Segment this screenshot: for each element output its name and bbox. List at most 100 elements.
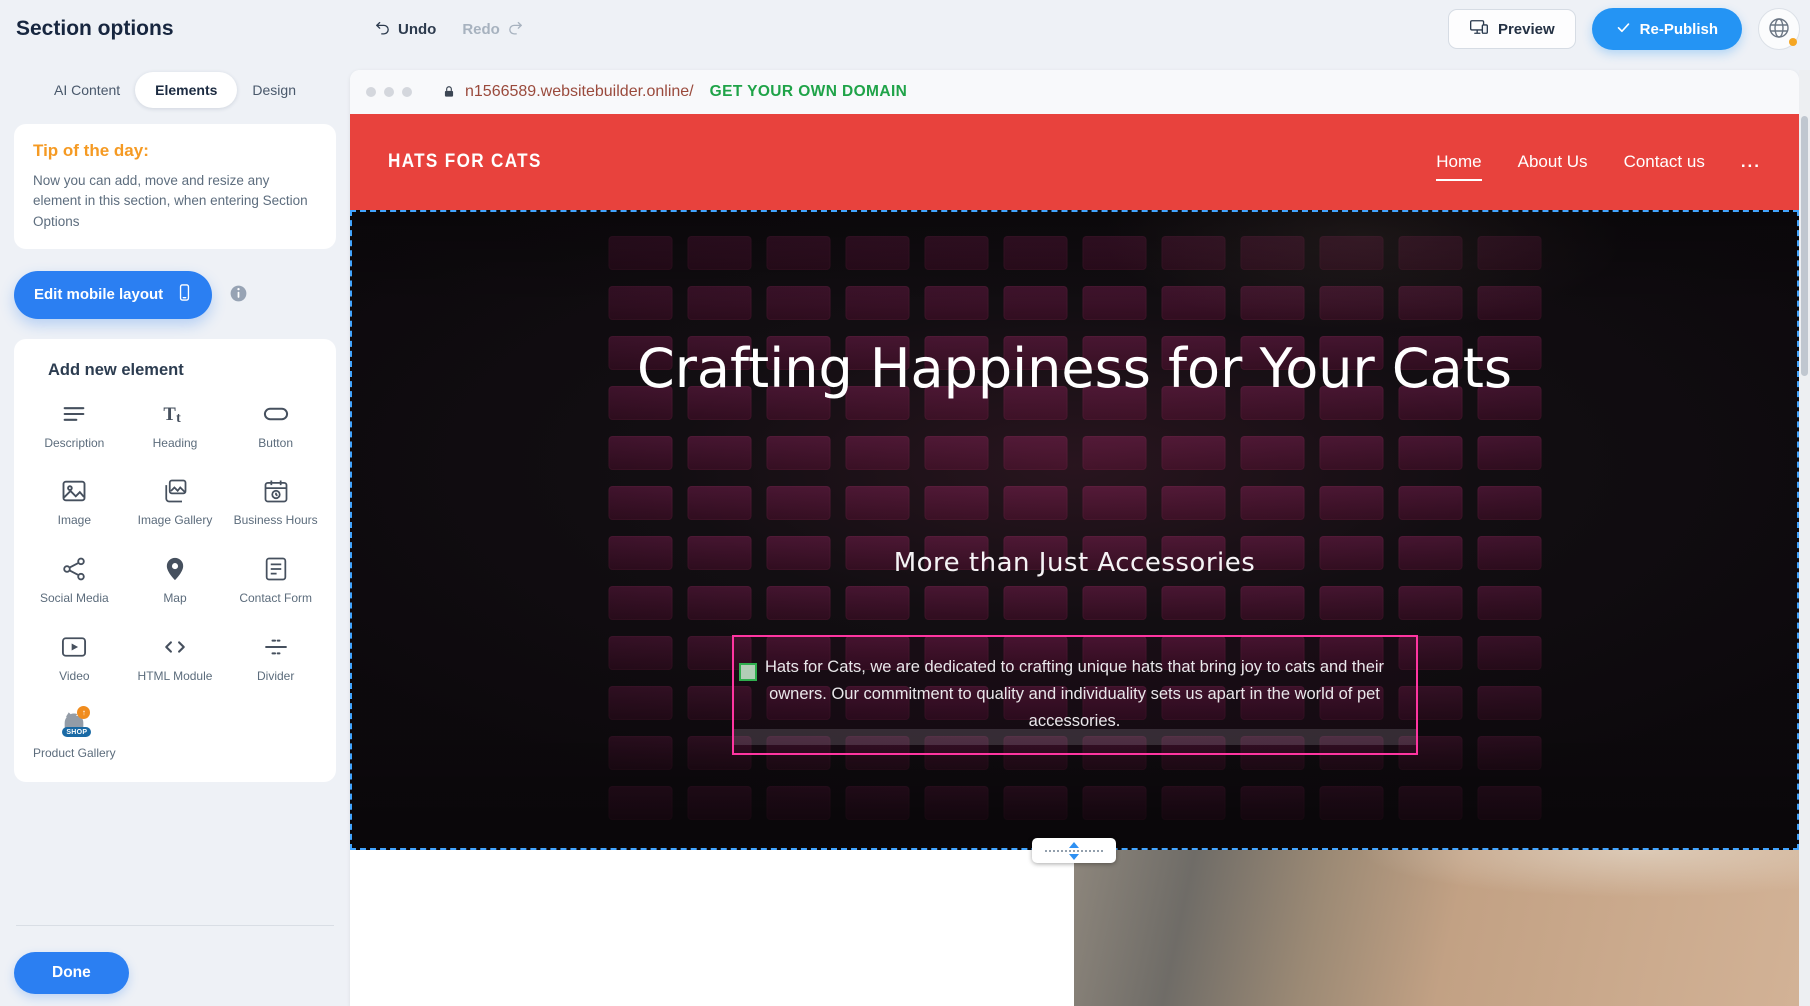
element-video[interactable]: Video [26,633,123,685]
hero-paragraph: Hats for Cats, we are dedicated to craft… [734,637,1416,753]
hero-tile [608,586,672,620]
heading-icon: Tt [161,400,189,428]
preview-label: Preview [1498,21,1555,38]
element-label: Button [258,436,293,452]
section-options-sidebar: AI ContentElementsDesign Tip of the day:… [0,58,350,1006]
element-label: Image [58,513,91,529]
hero-tile [687,586,751,620]
divider-icon [262,633,290,661]
get-domain-link[interactable]: GET YOUR OWN DOMAIN [710,83,908,101]
video-icon [60,633,88,661]
add-element-card: Add new element DescriptionTtHeadingButt… [14,339,336,782]
tab-design[interactable]: Design [238,73,310,107]
tab-ai-content[interactable]: AI Content [40,73,134,107]
hero-tile [1319,436,1383,470]
hero-tile [1398,436,1462,470]
element-html-module[interactable]: HTML Module [127,633,224,685]
redo-button[interactable]: Redo [462,19,524,40]
hero-tile [1477,236,1541,270]
drag-handle[interactable] [739,663,757,681]
tab-elements[interactable]: Elements [135,72,237,108]
hero-tile [1003,286,1067,320]
element-button[interactable]: Button [227,400,324,452]
hero-tile [1003,436,1067,470]
selected-paragraph-block[interactable]: Hats for Cats, we are dedicated to craft… [732,635,1418,755]
hero-tile [845,586,909,620]
hero-section[interactable]: Crafting Happiness for Your Cats More th… [350,210,1799,850]
monitor-icon [1469,17,1489,41]
hero-tile [1398,786,1462,820]
hero-tile [1319,286,1383,320]
undo-label: Undo [398,21,436,38]
hero-tile [924,236,988,270]
element-image[interactable]: Image [26,477,123,529]
section-resize-handle[interactable] [1032,838,1116,863]
done-button[interactable]: Done [14,952,129,994]
republish-button[interactable]: Re-Publish [1592,8,1742,50]
business-hours-icon [262,477,290,505]
sidebar-bottom: Done [14,925,336,994]
hero-tile [1240,436,1304,470]
element-label: Product Gallery [33,746,116,762]
next-section [350,850,1799,1006]
notification-dot [1789,38,1797,46]
hero-tile [845,236,909,270]
hero-tile [608,786,672,820]
hero-tile [1161,436,1225,470]
hero-tile [1477,286,1541,320]
resize-dotted-line [1045,850,1103,852]
element-product-gallery[interactable]: SHOP↑ Product Gallery [26,710,123,762]
element-contact-form[interactable]: Contact Form [227,555,324,607]
hero-tile [687,236,751,270]
tip-title: Tip of the day: [33,141,317,161]
globe-icon [1767,16,1791,43]
element-social-media[interactable]: Social Media [26,555,123,607]
nav-contact-us[interactable]: Contact us [1624,152,1705,172]
hero-tile [1003,586,1067,620]
hero-tile [608,486,672,520]
preview-button[interactable]: Preview [1448,9,1576,49]
element-heading[interactable]: TtHeading [127,400,224,452]
element-map[interactable]: Map [127,555,224,607]
element-image-gallery[interactable]: Image Gallery [127,477,224,529]
edit-mobile-label: Edit mobile layout [34,286,163,303]
site-nav: Home About Us Contact us... [1436,152,1761,172]
undo-button[interactable]: Undo [374,19,436,40]
hero-tile [608,736,672,770]
hero-tile [1477,486,1541,520]
product-gallery-icon: SHOP↑ [60,710,88,738]
hero-tile [1398,286,1462,320]
phone-icon [175,283,194,306]
site-url[interactable]: n1566589.websitebuilder.online/ [465,83,694,101]
site-header[interactable]: HATS FOR CATS Home About Us Contact us... [350,114,1799,210]
edit-mobile-layout-button[interactable]: Edit mobile layout [14,271,212,319]
element-description[interactable]: Description [26,400,123,452]
hero-tile [1477,686,1541,720]
info-button[interactable] [227,284,249,306]
hero-subheading[interactable]: More than Just Accessories [350,548,1799,578]
hero-heading[interactable]: Crafting Happiness for Your Cats [350,328,1799,409]
element-divider[interactable]: Divider [227,633,324,685]
contact-form-icon [262,555,290,583]
redo-icon [507,19,524,40]
scrollbar-thumb[interactable] [1801,116,1808,376]
hero-tile [1161,786,1225,820]
nav-about-us[interactable]: About Us [1518,152,1588,172]
republish-label: Re-Publish [1640,21,1718,38]
element-label: Map [163,591,186,607]
check-icon [1616,20,1631,39]
nav-more[interactable]: ... [1741,152,1761,172]
hero-tile [1240,486,1304,520]
hero-tile [1398,236,1462,270]
hero-tile [1082,236,1146,270]
element-business-hours[interactable]: Business Hours [227,477,324,529]
hero-tile [924,436,988,470]
page-title: Section options [16,17,174,41]
topbar: Section options Undo Redo Preview Re-Pub… [0,0,1810,58]
hero-tile [1477,736,1541,770]
site-logo[interactable]: HATS FOR CATS [388,151,542,173]
hero-tile [924,786,988,820]
nav-home[interactable]: Home [1436,152,1481,172]
language-globe-button[interactable] [1758,8,1800,50]
svg-text:t: t [176,411,181,426]
